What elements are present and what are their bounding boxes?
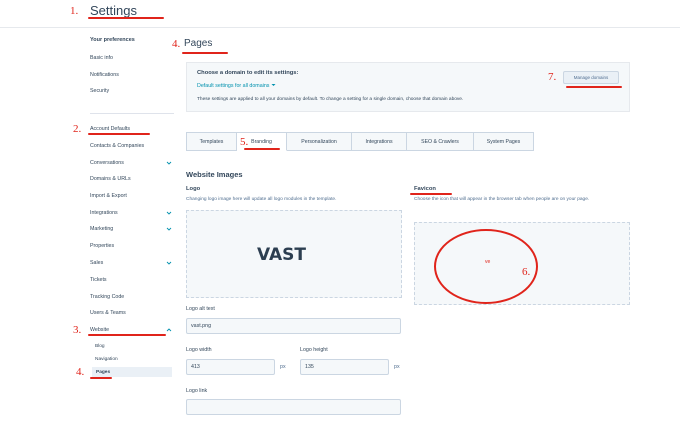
sidebar-item-label: Notifications [90, 72, 119, 78]
annotation-number: 6. [522, 266, 531, 278]
chevron-up-icon[interactable] [166, 327, 172, 333]
logo-width-unit: px [280, 364, 286, 370]
sidebar-item-domains-urls[interactable]: Domains & URLs [90, 174, 172, 184]
logo-label: Logo [186, 186, 201, 192]
favicon-help: Choose the icon that will appear in the … [414, 197, 590, 202]
page-title: Settings [90, 3, 137, 18]
sidebar-item-label: Pages [96, 369, 111, 375]
logo-height-unit: px [394, 364, 400, 370]
sidebar-item-import-export[interactable]: Import & Export [90, 191, 172, 201]
logo-alt-input[interactable]: vast.png [186, 318, 401, 334]
sidebar-item-users-teams[interactable]: Users & Teams [90, 308, 172, 318]
logo-link-label: Logo link [186, 388, 208, 394]
sidebar-item-label: Properties [90, 243, 115, 249]
main-title: Pages [184, 38, 213, 49]
logo-upload[interactable]: VAST [186, 210, 402, 298]
top-bar: Settings [0, 0, 680, 28]
sidebar-item-label: Integrations [90, 210, 118, 216]
annotation-number: 4. [76, 366, 85, 378]
sidebar-item-label: Conversations [90, 160, 124, 166]
sidebar-item-label: Import & Export [90, 193, 127, 199]
logo-alt-label: Logo alt text [186, 306, 215, 312]
sidebar-item-label: Contacts & Companies [90, 143, 145, 149]
annotation-number: 4. [172, 38, 181, 50]
logo-image: VAST [257, 245, 306, 265]
sidebar-item-label: Sales [90, 260, 104, 266]
annotation-underline [88, 133, 150, 135]
sidebar-item-label: Blog [95, 343, 105, 349]
sidebar-item-label: Marketing [90, 226, 114, 232]
settings-page: Settings 1. Your preferences Basic info … [0, 0, 680, 426]
sidebar-item-notifications[interactable]: Notifications [90, 70, 172, 80]
settings-tabs: Templates Branding Personalization Integ… [186, 132, 534, 151]
section-title: Website Images [186, 170, 243, 179]
logo-width-input[interactable]: 413 [186, 359, 275, 375]
annotation-number: 2. [73, 123, 82, 135]
tab-system-pages[interactable]: System Pages [474, 132, 534, 151]
logo-help: Changing logo image here will update all… [186, 197, 337, 202]
sidebar-item-contacts-companies[interactable]: Contacts & Companies [90, 141, 172, 151]
sidebar-subitem-pages[interactable]: Pages [92, 367, 172, 377]
annotation-underline [88, 17, 164, 19]
annotation-number: 3. [73, 324, 82, 336]
sidebar-item-tracking-code[interactable]: Tracking Code [90, 292, 172, 302]
logo-height-input[interactable]: 135 [300, 359, 389, 375]
chevron-down-icon[interactable] [166, 160, 172, 166]
annotation-underline [90, 377, 112, 379]
chevron-down-icon[interactable] [166, 210, 172, 216]
sidebar-item-basic-info[interactable]: Basic info [90, 53, 172, 63]
sidebar-item-tickets[interactable]: Tickets [90, 275, 172, 285]
annotation-underline [410, 193, 452, 195]
annotation-number: 5. [240, 136, 249, 148]
domain-select[interactable]: Default settings for all domains [197, 83, 276, 89]
sidebar-item-sales[interactable]: Sales [90, 258, 172, 268]
sidebar-item-label: Tracking Code [90, 294, 125, 300]
favicon-label: Favicon [414, 186, 436, 192]
sidebar-item-label: Domains & URLs [90, 176, 131, 182]
tab-templates[interactable]: Templates [186, 132, 237, 151]
sidebar-divider [90, 113, 174, 114]
sidebar-item-label: Navigation [95, 356, 118, 362]
annotation-underline [182, 52, 228, 54]
sidebar-item-security[interactable]: Security [90, 86, 172, 96]
annotation-underline [88, 334, 166, 336]
tab-seo-crawlers[interactable]: SEO & Crawlers [407, 132, 474, 151]
sidebar-item-properties[interactable]: Properties [90, 241, 172, 251]
sidebar-item-conversations[interactable]: Conversations [90, 158, 172, 168]
logo-width-label: Logo width [186, 347, 212, 353]
annotation-number: 1. [70, 5, 79, 17]
caret-down-icon [271, 83, 276, 89]
sidebar-item-marketing[interactable]: Marketing [90, 224, 172, 234]
sidebar-item-label: Users & Teams [90, 310, 126, 316]
annotation-underline [244, 148, 280, 150]
sidebar-item-integrations[interactable]: Integrations [90, 208, 172, 218]
annotation-underline [566, 86, 622, 88]
sidebar-item-label: Basic info [90, 55, 113, 61]
logo-height-label: Logo height [300, 347, 328, 353]
logo-link-input[interactable] [186, 399, 401, 415]
tab-personalization[interactable]: Personalization [287, 132, 352, 151]
sidebar-item-label: Website [90, 327, 110, 333]
domain-chooser-heading: Choose a domain to edit its settings: [197, 70, 299, 76]
sidebar-item-label: Account Defaults [90, 126, 131, 132]
manage-domains-button[interactable]: Manage domains [563, 71, 619, 84]
tab-integrations[interactable]: Integrations [352, 132, 407, 151]
domain-select-label: Default settings for all domains [197, 83, 270, 89]
annotation-number: 7. [548, 71, 557, 83]
sidebar-subitem-navigation[interactable]: Navigation [95, 354, 172, 364]
domain-note: These settings are applied to all your d… [197, 97, 464, 102]
chevron-down-icon[interactable] [166, 226, 172, 232]
sidebar-subitem-blog[interactable]: Blog [95, 341, 172, 351]
sidebar-heading-preferences: Your preferences [90, 37, 135, 43]
sidebar-item-label: Security [90, 88, 110, 94]
chevron-down-icon[interactable] [166, 260, 172, 266]
domain-chooser: Choose a domain to edit its settings: De… [186, 62, 630, 112]
sidebar-item-label: Tickets [90, 277, 107, 283]
